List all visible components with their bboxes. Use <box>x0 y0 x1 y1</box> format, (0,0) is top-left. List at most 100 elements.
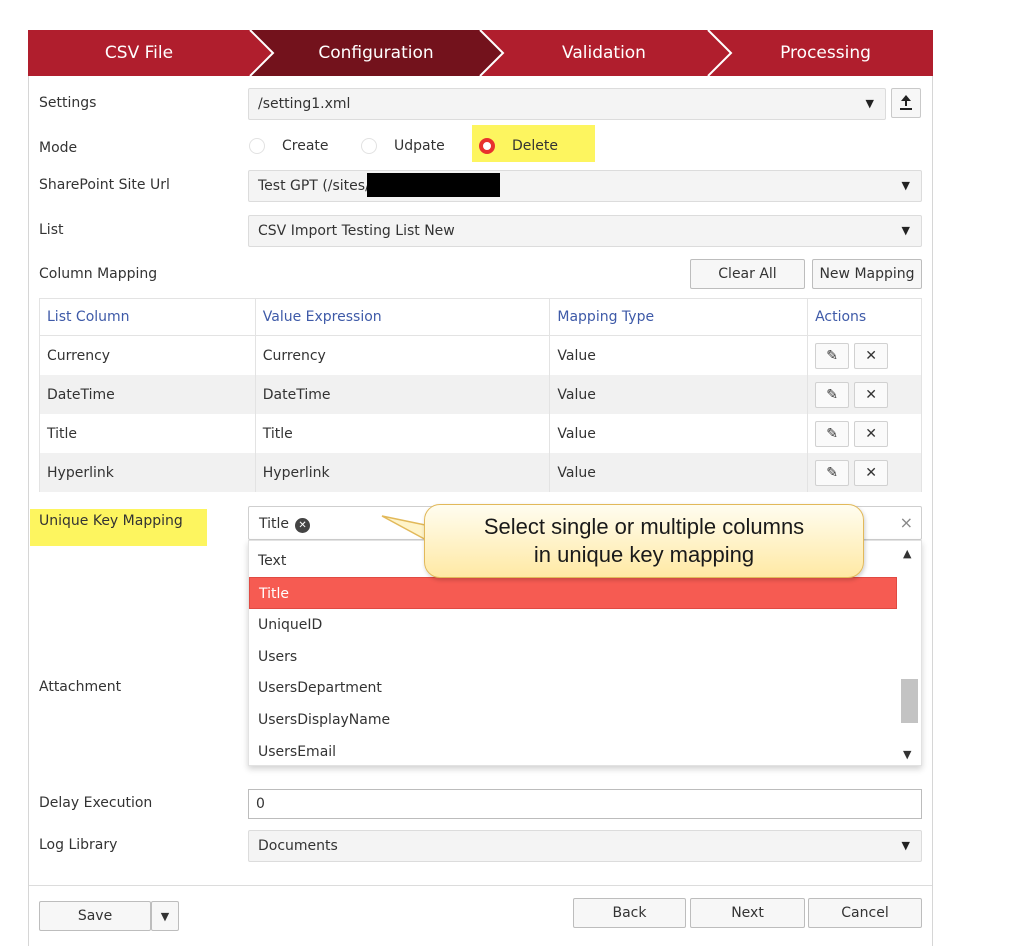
save-options-dropdown[interactable]: ▼ <box>151 901 179 931</box>
option-usersemail[interactable]: UsersEmail <box>249 736 897 765</box>
scroll-down-icon[interactable]: ▼ <box>903 748 911 761</box>
option-title[interactable]: Title <box>249 577 897 609</box>
wizard-step-configuration[interactable]: Configuration <box>260 30 492 76</box>
settings-value: /setting1.xml <box>258 96 351 112</box>
radio-unchecked-icon <box>249 138 265 154</box>
selected-tag: Title ✕ <box>259 513 311 535</box>
option-uniqueid[interactable]: UniqueID <box>249 609 897 641</box>
cell-actions: ✎ ✕ <box>807 414 922 453</box>
close-icon: ✕ <box>865 347 877 364</box>
delete-row-button[interactable]: ✕ <box>854 420 889 447</box>
mode-label: Mode <box>39 140 78 156</box>
log-library-select[interactable]: Documents ▼ <box>248 830 922 862</box>
site-url-select[interactable]: Test GPT (/sites/ ▼ <box>248 170 922 202</box>
clear-all-button[interactable]: Clear All <box>690 259 805 289</box>
header-actions: Actions <box>807 298 922 336</box>
pencil-icon: ✎ <box>826 425 838 442</box>
edit-row-button[interactable]: ✎ <box>815 381 850 408</box>
log-library-value: Documents <box>258 838 338 854</box>
delay-execution-input[interactable]: 0 <box>248 789 922 819</box>
radio-unchecked-icon <box>361 138 377 154</box>
wizard-steps: CSV File Configuration Validation Proces… <box>28 30 933 76</box>
cancel-button[interactable]: Cancel <box>808 898 922 928</box>
cell-list-column: Currency <box>39 335 256 375</box>
column-mapping-label: Column Mapping <box>39 266 158 282</box>
table-row: Currency Currency Value ✎ ✕ <box>39 335 922 375</box>
chevron-down-icon: ▼ <box>160 910 170 923</box>
cell-mapping-type: Value <box>549 414 809 453</box>
cell-mapping-type: Value <box>549 453 809 492</box>
wizard-step-processing[interactable]: Processing <box>718 30 933 76</box>
next-button[interactable]: Next <box>690 898 805 928</box>
selected-tag-label: Title <box>259 516 290 532</box>
cell-value-expression: Hyperlink <box>254 453 551 492</box>
pencil-icon: ✎ <box>826 347 838 364</box>
site-url-value: Test GPT (/sites/ <box>258 178 370 194</box>
back-button[interactable]: Back <box>573 898 686 928</box>
mode-option-label: Create <box>282 138 329 154</box>
redacted-block <box>367 173 500 197</box>
header-mapping-type[interactable]: Mapping Type <box>549 298 809 336</box>
edit-row-button[interactable]: ✎ <box>815 420 850 447</box>
upload-settings-button[interactable] <box>891 88 921 118</box>
pencil-icon: ✎ <box>826 464 838 481</box>
header-list-column[interactable]: List Column <box>39 298 256 336</box>
attachment-label: Attachment <box>39 679 122 695</box>
mode-option-label: Delete <box>512 138 558 154</box>
scroll-up-icon[interactable]: ▲ <box>903 547 911 560</box>
callout-line-1: Select single or multiple columns <box>483 514 805 539</box>
delete-row-button[interactable]: ✕ <box>854 381 889 408</box>
delete-row-button[interactable]: ✕ <box>854 459 889 486</box>
cell-mapping-type: Value <box>549 335 809 375</box>
close-icon: ✕ <box>865 386 877 403</box>
new-mapping-button[interactable]: New Mapping <box>812 259 922 289</box>
table-row: Title Title Value ✎ ✕ <box>39 414 922 453</box>
table-row: Hyperlink Hyperlink Value ✎ ✕ <box>39 453 922 492</box>
upload-icon <box>900 95 912 110</box>
table-row: DateTime DateTime Value ✎ ✕ <box>39 375 922 414</box>
save-button[interactable]: Save <box>39 901 151 931</box>
chevron-down-icon: ▼ <box>865 97 874 110</box>
edit-row-button[interactable]: ✎ <box>815 459 850 486</box>
list-select[interactable]: CSV Import Testing List New ▼ <box>248 215 922 247</box>
close-icon: ✕ <box>865 425 877 442</box>
cell-value-expression: Currency <box>254 335 551 375</box>
wizard-step-csv-file[interactable]: CSV File <box>28 30 250 76</box>
list-label: List <box>39 222 64 238</box>
tag-remove-icon[interactable]: ✕ <box>295 518 311 533</box>
header-value-expression[interactable]: Value Expression <box>254 298 551 336</box>
options-scrollbar[interactable]: ▲ ▼ <box>897 541 920 765</box>
edit-row-button[interactable]: ✎ <box>815 342 850 369</box>
cell-value-expression: DateTime <box>254 375 551 414</box>
site-url-label: SharePoint Site Url <box>39 177 170 193</box>
cell-mapping-type: Value <box>549 375 809 414</box>
wizard-step-validation[interactable]: Validation <box>490 30 718 76</box>
table-header-row: List Column Value Expression Mapping Typ… <box>39 298 922 336</box>
mode-option-label: Udpate <box>394 138 445 154</box>
clear-selection-icon[interactable]: × <box>900 513 913 532</box>
cell-actions: ✎ ✕ <box>807 453 922 492</box>
tooltip-callout: Select single or multiple columns in uni… <box>424 504 864 578</box>
cell-list-column: Hyperlink <box>39 453 256 492</box>
column-mapping-table: List Column Value Expression Mapping Typ… <box>39 298 922 492</box>
option-users[interactable]: Users <box>249 641 897 673</box>
chevron-down-icon: ▼ <box>901 839 910 852</box>
footer-divider <box>29 885 932 886</box>
cell-actions: ✎ ✕ <box>807 335 922 375</box>
scrollbar-thumb[interactable] <box>901 679 918 723</box>
cell-list-column: DateTime <box>39 375 256 414</box>
cell-value-expression: Title <box>254 414 551 453</box>
cell-list-column: Title <box>39 414 256 453</box>
close-icon: ✕ <box>865 464 877 481</box>
settings-select[interactable]: /setting1.xml ▼ <box>248 88 886 120</box>
log-library-label: Log Library <box>39 837 118 853</box>
radio-checked-icon <box>479 138 495 154</box>
cell-actions: ✎ ✕ <box>807 375 922 414</box>
unique-key-mapping-label: Unique Key Mapping <box>39 513 183 529</box>
list-value: CSV Import Testing List New <box>258 223 455 239</box>
option-usersdisplayname[interactable]: UsersDisplayName <box>249 704 897 736</box>
chevron-down-icon: ▼ <box>901 224 910 237</box>
delete-row-button[interactable]: ✕ <box>854 342 889 369</box>
option-usersdepartment[interactable]: UsersDepartment <box>249 672 897 704</box>
pencil-icon: ✎ <box>826 386 838 403</box>
